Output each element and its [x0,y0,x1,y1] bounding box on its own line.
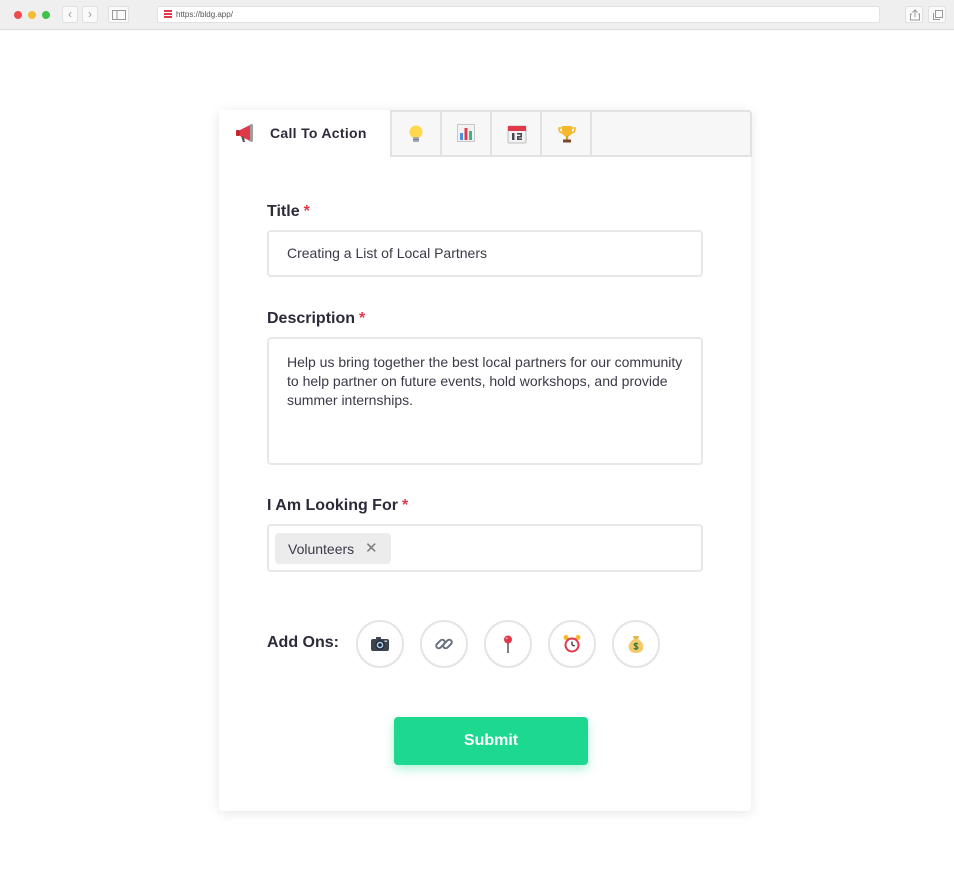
link-icon [435,638,453,650]
alarm-clock-icon [563,635,581,653]
bldg-favicon-icon [164,10,172,18]
show-tabs-button[interactable] [928,6,946,23]
required-marker: * [359,310,366,327]
tab-event[interactable] [492,112,542,157]
add-link-button[interactable] [420,620,468,668]
close-window-button[interactable] [14,11,22,19]
chevron-right-icon: › [88,7,92,21]
tag-chip: Volunteers ✕ [275,533,391,564]
browser-toolbar: ‹ › https://bldg.app/ [0,0,954,30]
other-tabs [390,110,752,157]
add-reminder-button[interactable] [548,620,596,668]
looking-for-label-text: I Am Looking For [267,497,398,514]
add-ons-label: Add Ons: [267,634,339,651]
looking-for-label: I Am Looking For * [267,497,408,515]
sidebar-toggle-button[interactable] [108,6,129,23]
minimize-window-button[interactable] [28,11,36,19]
pin-icon [504,635,512,653]
title-label-text: Title [267,203,300,220]
maximize-window-button[interactable] [42,11,50,19]
share-icon [910,9,920,21]
remove-tag-icon[interactable]: ✕ [365,539,378,557]
url-text: https://bldg.app/ [176,10,233,19]
money-bag-icon [628,636,644,653]
title-label: Title * [267,203,310,221]
sidebar-icon [112,10,126,20]
back-button[interactable]: ‹ [62,6,78,23]
lightbulb-icon [409,125,423,142]
tabs-icon [933,10,943,20]
tab-label: Call To Action [270,125,367,141]
call-to-action-card: Call To Action Title * Creating a List o… [219,110,752,811]
add-photo-button[interactable] [356,620,404,668]
tab-poll[interactable] [442,112,492,157]
camera-icon [371,637,389,651]
add-donation-button[interactable] [612,620,660,668]
tab-achievement[interactable] [542,112,592,157]
calendar-icon [507,125,527,144]
chevron-left-icon: ‹ [68,7,72,21]
address-bar[interactable]: https://bldg.app/ [157,6,880,23]
forward-button[interactable]: › [82,6,98,23]
title-input[interactable]: Creating a List of Local Partners [267,230,703,277]
description-label: Description * [267,310,365,328]
trophy-icon [558,126,576,143]
required-marker: * [303,203,310,220]
looking-for-tag-input[interactable]: Volunteers ✕ [267,524,703,572]
tab-idea[interactable] [392,112,442,157]
add-location-button[interactable] [484,620,532,668]
tag-chip-label: Volunteers [288,541,355,557]
description-label-text: Description [267,310,356,327]
submit-button[interactable]: Submit [394,717,588,765]
required-marker: * [401,497,409,514]
description-textarea[interactable]: Help us bring together the best local pa… [267,337,703,465]
bar-chart-icon [457,124,475,142]
post-type-tabs: Call To Action [219,110,752,157]
megaphone-icon [236,124,253,142]
share-button[interactable] [905,6,923,23]
tab-call-to-action[interactable]: Call To Action [219,110,390,157]
